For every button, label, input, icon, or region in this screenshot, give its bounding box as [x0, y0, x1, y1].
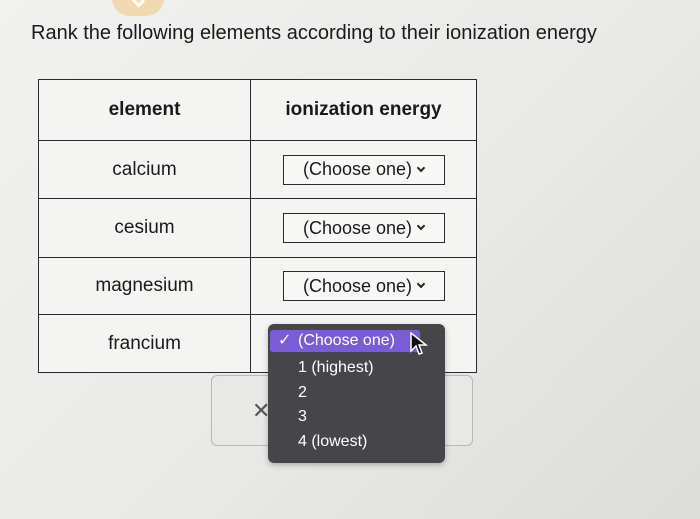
header-element: element	[38, 79, 251, 141]
select-value: (Choose one)	[302, 275, 413, 296]
select-value: (Choose one)	[302, 159, 413, 179]
table-header-row: element ionization energy	[38, 79, 477, 141]
element-cell: cesium	[38, 198, 251, 258]
checkmark-icon: ✓	[278, 332, 292, 349]
rank-select-calcium[interactable]: (Choose one)	[282, 154, 445, 185]
element-cell: francium	[38, 314, 251, 373]
top-tab-chevron[interactable]	[112, 0, 164, 16]
rank-select-magnesium[interactable]: (Choose one)	[282, 271, 445, 301]
header-ionization-energy: ionization energy	[250, 79, 477, 141]
question-prompt: Rank the following elements according to…	[31, 22, 597, 44]
select-value: (Choose one)	[302, 217, 413, 238]
dropdown-option[interactable]: 1 (highest)	[298, 359, 374, 377]
chevron-down-icon	[416, 163, 426, 172]
mouse-pointer-icon	[410, 332, 429, 355]
chevron-down-icon	[416, 221, 426, 231]
table-row: calcium (Choose one)	[38, 140, 477, 199]
dropdown-option[interactable]: 2	[298, 384, 307, 402]
table-row: cesium (Choose one)	[38, 198, 477, 258]
chevron-down-icon	[416, 279, 426, 289]
table-row: magnesium (Choose one)	[38, 257, 477, 315]
element-cell: calcium	[38, 140, 251, 199]
chevron-down-icon	[128, 0, 146, 8]
dropdown-option-selected[interactable]: ✓ (Choose one)	[270, 330, 420, 352]
dropdown-option[interactable]: 4 (lowest)	[298, 433, 367, 451]
rank-select-cesium[interactable]: (Choose one)	[282, 213, 445, 243]
dropdown-option[interactable]: 3	[298, 408, 307, 426]
element-cell: magnesium	[38, 257, 251, 315]
